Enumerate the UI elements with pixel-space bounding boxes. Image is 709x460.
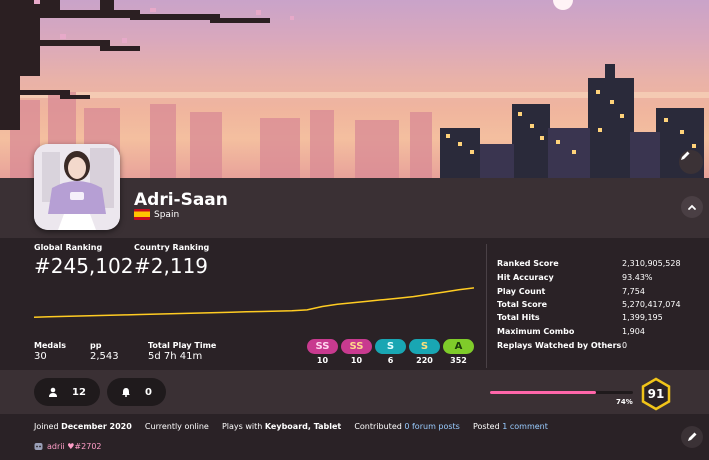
pp-label: pp xyxy=(90,341,102,350)
avatar[interactable] xyxy=(34,144,120,230)
username: Adri-Saan xyxy=(134,190,228,210)
edit-cover-button[interactable] xyxy=(679,150,703,174)
country-ranking-value: #2,119 xyxy=(134,254,209,278)
joined-prefix: Joined xyxy=(34,422,59,431)
stat-value-maximum-combo: 1,904 xyxy=(622,327,645,336)
followers-button[interactable]: 12 xyxy=(34,378,100,406)
grade-badge-s: S xyxy=(409,339,440,354)
stat-value-total-score: 5,270,417,074 xyxy=(622,300,681,309)
stat-value-play-count: 7,754 xyxy=(622,287,645,296)
country-name: Spain xyxy=(154,209,180,220)
grade-badge-s: S xyxy=(375,339,406,354)
avatar-image xyxy=(34,144,120,230)
stat-label-maximum-combo: Maximum Combo xyxy=(497,327,575,336)
medals-value: 30 xyxy=(34,351,47,362)
contributed-prefix: Contributed xyxy=(354,422,402,431)
country[interactable]: Spain xyxy=(134,209,179,220)
country-ranking-label: Country Ranking xyxy=(134,243,210,252)
stat-label-play-count: Play Count xyxy=(497,287,546,296)
rank-history-graph[interactable] xyxy=(34,282,474,330)
online-status: Currently online xyxy=(144,422,209,431)
joined-date: December 2020 xyxy=(61,422,132,431)
grade-badge-ss: SS xyxy=(341,339,372,354)
level-value: 91 xyxy=(647,387,665,401)
global-ranking-label: Global Ranking xyxy=(34,243,103,252)
stat-value-replays-watched: 0 xyxy=(622,341,628,350)
stat-value-ranked-score: 2,310,905,528 xyxy=(622,259,681,268)
play-time-value: 5d 7h 41m xyxy=(148,351,203,362)
chevron-up-icon xyxy=(688,204,696,210)
comments-link[interactable]: 1 comment xyxy=(502,422,548,431)
bell-icon xyxy=(122,388,130,397)
discord-icon xyxy=(34,443,43,450)
followers-count: 12 xyxy=(72,386,86,398)
plays-with-devices: Keyboard, Tablet xyxy=(264,422,342,431)
pp-value: 2,543 xyxy=(90,351,119,362)
spain-flag-icon xyxy=(134,209,150,220)
forum-posts-link[interactable]: 0 forum posts xyxy=(404,422,459,431)
profile-info-line: Joined December 2020 Currently online Pl… xyxy=(34,422,548,431)
level-progress-bar xyxy=(490,391,633,394)
stat-label-total-hits: Total Hits xyxy=(497,313,540,322)
pencil-icon xyxy=(688,432,697,441)
level-badge: 91 xyxy=(639,377,673,411)
profile-info-bar xyxy=(0,414,709,460)
stat-label-hit-accuracy: Hit Accuracy xyxy=(497,273,554,282)
stat-label-ranked-score: Ranked Score xyxy=(497,259,559,268)
grade-count: 352 xyxy=(450,356,467,365)
discord-handle[interactable]: adrii ♥#2702 xyxy=(34,442,102,451)
level-progress-percent: 74% xyxy=(616,398,633,406)
collapse-header-button[interactable] xyxy=(681,196,703,218)
posted-prefix: Posted xyxy=(472,422,500,431)
notifications-count: 0 xyxy=(145,386,152,398)
medals-label: Medals xyxy=(34,341,67,350)
play-time-label: Total Play Time xyxy=(148,341,217,350)
user-icon xyxy=(49,387,57,397)
discord-tag: adrii ♥#2702 xyxy=(47,442,102,451)
plays-with-prefix: Plays with xyxy=(221,422,263,431)
grade-count: 10 xyxy=(316,356,329,365)
grade-badge-ss: SS xyxy=(307,339,338,354)
notifications-button[interactable]: 0 xyxy=(107,378,166,406)
stat-label-total-score: Total Score xyxy=(497,300,548,309)
grade-badge-a: A xyxy=(443,339,474,354)
grade-count: 6 xyxy=(387,356,394,365)
stat-value-hit-accuracy: 93.43% xyxy=(622,273,653,282)
stat-value-total-hits: 1,399,195 xyxy=(622,313,663,322)
stats-divider xyxy=(486,244,487,368)
stat-label-replays-watched: Replays Watched by Others xyxy=(497,341,622,350)
level-progress-fill xyxy=(490,391,596,394)
rank-history-line xyxy=(34,287,474,318)
global-ranking-value: #245,102 xyxy=(34,254,134,278)
edit-profile-button[interactable] xyxy=(681,426,703,448)
grade-count: 10 xyxy=(350,356,363,365)
grade-count: 220 xyxy=(416,356,433,365)
pencil-icon xyxy=(681,151,690,160)
